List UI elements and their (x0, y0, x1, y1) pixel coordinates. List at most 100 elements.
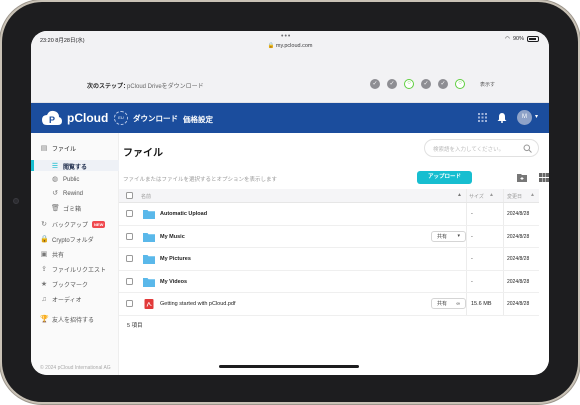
lock-icon: 🔒 (267, 43, 275, 49)
link-icon: ∞ (456, 300, 460, 307)
table-row[interactable]: My Videos - 2024/8/28 (119, 270, 539, 293)
select-all-checkbox[interactable] (126, 192, 133, 199)
file-name[interactable]: My Pictures (160, 256, 191, 262)
column-divider (466, 225, 467, 247)
bell-icon[interactable] (497, 112, 507, 123)
step-open-icon[interactable]: ○ (404, 79, 414, 89)
step-open-icon[interactable]: ○ (455, 79, 465, 89)
file-name[interactable]: My Videos (160, 279, 187, 285)
upload-button[interactable]: アップロード (417, 171, 472, 184)
new-folder-icon[interactable] (517, 173, 527, 182)
file-name[interactable]: Automatic Upload (160, 211, 207, 217)
file-name[interactable]: Getting started with pCloud.pdf (160, 301, 236, 307)
sidebar-item-label: オーディオ (52, 298, 82, 304)
front-camera (13, 198, 19, 204)
home-indicator[interactable] (219, 365, 359, 368)
sidebar-item-bookmarks[interactable]: ★ ブックマーク (40, 280, 89, 290)
row-checkbox[interactable] (126, 300, 133, 307)
status-right: ◠ 90% (505, 36, 539, 42)
row-checkbox[interactable] (126, 210, 133, 217)
step-done-icon[interactable]: ✓ (370, 79, 380, 89)
sidebar-item-shared[interactable]: ▣ 共有 (40, 250, 64, 260)
onboarding-show-link[interactable]: 表示す (480, 81, 495, 88)
multitask-dots-icon[interactable]: ••• (281, 33, 291, 40)
table-row[interactable]: Automatic Upload - 2024/8/28 (119, 203, 539, 226)
new-badge: NEW (92, 221, 106, 228)
download-link[interactable]: EU ダウンロード (114, 111, 178, 125)
star-icon: ★ (40, 280, 48, 288)
list-icon: ☰ (51, 162, 59, 170)
sidebar-item-trash[interactable]: 🗑 ゴミ箱 (51, 204, 81, 214)
headphones-icon: ♫ (41, 295, 47, 303)
sidebar-item-label: ファイル (52, 147, 77, 153)
table-row[interactable]: My Pictures - 2024/8/28 (119, 248, 539, 271)
pcloud-logo[interactable]: P pCloud (41, 109, 108, 127)
column-header-name[interactable]: 名前 (141, 193, 151, 200)
sidebar-item-rewind[interactable]: ↺ Rewind (51, 190, 83, 198)
share-button[interactable]: 共有 ∞ (431, 298, 466, 309)
folder-icon (143, 255, 155, 264)
sort-asc-icon[interactable]: ▲ (489, 192, 494, 198)
row-checkbox[interactable] (126, 277, 133, 285)
file-size: - (471, 256, 473, 262)
url-bar[interactable]: 🔒 my.pcloud.com (31, 43, 549, 49)
onboarding-step-link[interactable]: pCloud Driveをダウンロード (127, 81, 204, 90)
file-name[interactable]: My Music (160, 234, 185, 240)
sidebar-item-label: ファイルリクエスト (52, 268, 107, 274)
trash-icon: 🗑 (51, 204, 60, 212)
onboarding-bar: 次のステップ： pCloud Driveをダウンロード ✓ ✓ ○ ✓ ✓ ○ … (31, 51, 549, 103)
file-size: - (471, 233, 473, 240)
file-table: 名前 ▲ サイズ ▲ 変更日 ▲ Automatic Upload - 2024… (119, 189, 539, 316)
pdf-icon (144, 299, 154, 309)
row-checkbox[interactable] (126, 232, 133, 240)
step-done-icon[interactable]: ✓ (421, 79, 431, 89)
step-done-icon[interactable]: ✓ (387, 79, 397, 89)
column-divider (503, 203, 504, 225)
item-count: 5 項目 (127, 323, 143, 329)
search-icon[interactable] (523, 144, 532, 153)
sidebar-item-label: 友人を招待する (52, 318, 95, 324)
caret-down-icon: ▾ (457, 233, 460, 239)
sidebar-item-file-requests[interactable]: ⇪ ファイルリクエスト (40, 265, 107, 275)
file-size: - (471, 278, 473, 285)
column-divider (503, 189, 504, 202)
sidebar-item-label: Public (63, 177, 80, 183)
search-input[interactable]: 検索語を入力してください。 (424, 139, 539, 157)
pricing-link[interactable]: 価格設定 (183, 114, 213, 125)
sort-asc-icon[interactable]: ▲ (457, 192, 462, 198)
file-date: 2024/8/28 (507, 301, 530, 307)
sidebar-item-files[interactable]: ▤ ファイル (40, 144, 77, 154)
sort-asc-icon[interactable]: ▲ (530, 192, 535, 198)
rewind-icon: ↺ (52, 190, 58, 197)
column-divider (503, 293, 504, 315)
sidebar-item-browse[interactable]: ☰ 閲覧する (31, 160, 88, 171)
folder-icon (143, 277, 155, 287)
chevron-down-icon[interactable]: ▾ (535, 113, 538, 120)
table-row[interactable]: Getting started with pCloud.pdf 共有 ∞ 15.… (119, 293, 539, 316)
sidebar-item-label: Rewind (63, 191, 84, 197)
apps-grid-icon[interactable] (478, 113, 487, 122)
column-divider (466, 203, 467, 225)
sidebar-item-crypto[interactable]: 🔒 Cryptoフォルダ (40, 235, 94, 245)
column-header-date[interactable]: 変更日 (507, 193, 522, 200)
sidebar-item-label: 閲覧する (63, 165, 88, 171)
sidebar-item-label: ブックマーク (52, 283, 89, 289)
sidebar-item-audio[interactable]: ♫ オーディオ (40, 295, 82, 305)
column-divider (466, 293, 467, 315)
status-bar: 23:20 8月28日(水) ••• 🔒 my.pcloud.com ◠ 90% (31, 31, 549, 51)
step-done-icon[interactable]: ✓ (438, 79, 448, 89)
sidebar-item-invite[interactable]: 🏆 友人を招待する (40, 315, 95, 325)
row-checkbox[interactable] (126, 255, 133, 262)
trophy-icon: 🏆 (40, 315, 49, 323)
sidebar-item-backup[interactable]: ↻ バックアップ NEW (40, 220, 106, 229)
column-header-size[interactable]: サイズ (469, 193, 484, 200)
column-divider (466, 189, 467, 202)
sidebar-item-public[interactable]: ◍ Public (51, 176, 79, 184)
file-date: 2024/8/28 (507, 211, 530, 217)
grid-view-icon[interactable] (539, 173, 549, 182)
avatar[interactable]: M (517, 110, 532, 125)
table-row[interactable]: My Music 共有 ▾ - 2024/8/28 (119, 225, 539, 248)
share-button[interactable]: 共有 ▾ (431, 230, 466, 242)
column-divider (466, 270, 467, 292)
onboarding-steps: ✓ ✓ ○ ✓ ✓ ○ (370, 79, 465, 89)
